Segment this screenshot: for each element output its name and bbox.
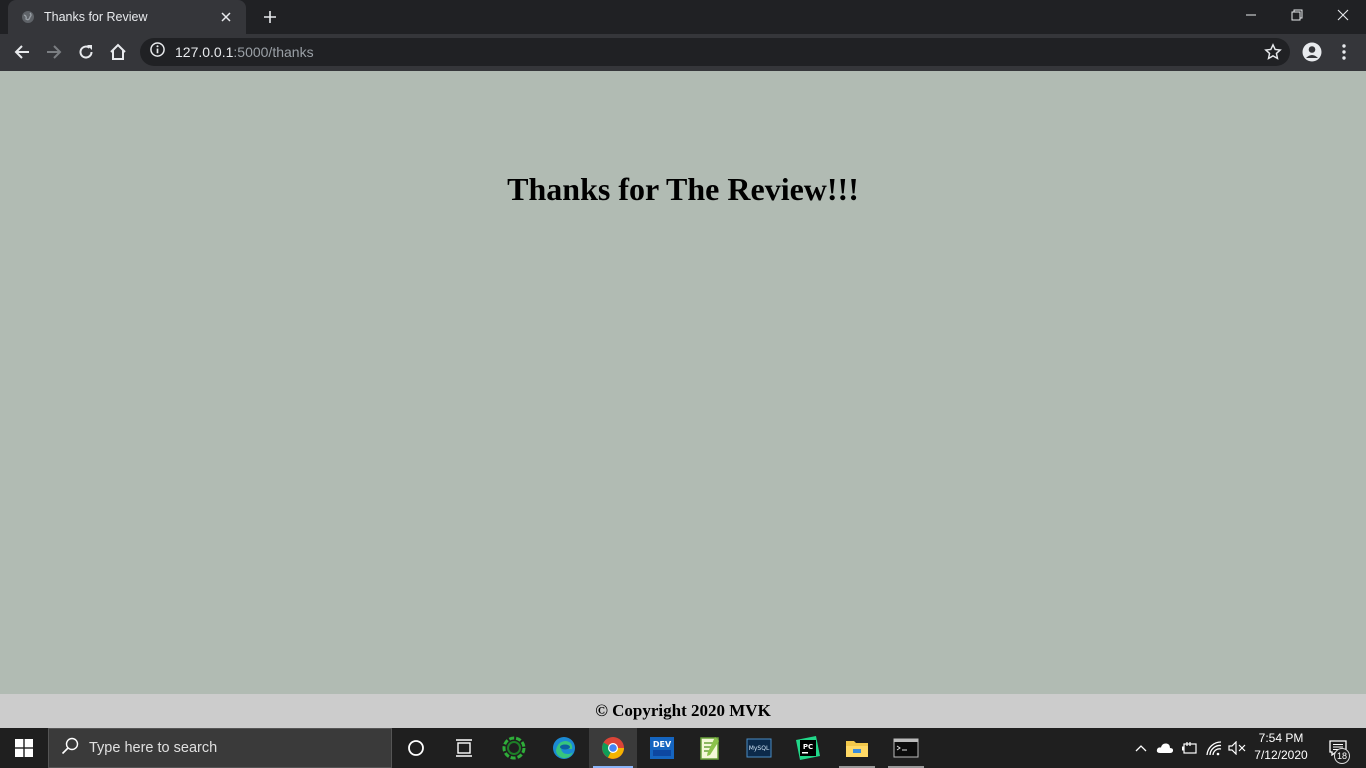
chevron-up-icon[interactable] xyxy=(1130,728,1152,768)
menu-kebab-icon[interactable] xyxy=(1328,36,1360,68)
notepad-plus-icon[interactable] xyxy=(686,728,734,768)
profile-avatar-icon[interactable] xyxy=(1296,36,1328,68)
windows-start-button[interactable] xyxy=(0,728,48,768)
task-view-icon[interactable] xyxy=(440,728,488,768)
svg-text:DEV: DEV xyxy=(653,740,672,749)
new-tab-button[interactable] xyxy=(258,5,282,29)
sync-app-icon[interactable] xyxy=(490,728,538,768)
minimize-button[interactable] xyxy=(1228,0,1274,30)
clock-date: 7/12/2020 xyxy=(1254,748,1308,762)
chrome-icon[interactable] xyxy=(589,728,637,768)
taskbar-search-box[interactable]: Type here to search xyxy=(48,728,392,768)
cortana-icon[interactable] xyxy=(392,728,440,768)
url-path: :5000/thanks xyxy=(233,44,314,60)
bookmark-star-icon[interactable] xyxy=(1264,43,1282,61)
address-bar[interactable]: 127.0.0.1:5000/thanks xyxy=(140,38,1290,66)
back-button[interactable] xyxy=(6,36,38,68)
reload-button[interactable] xyxy=(70,36,102,68)
home-button[interactable] xyxy=(102,36,134,68)
volume-muted-icon[interactable] xyxy=(1226,728,1248,768)
terminal-icon[interactable] xyxy=(882,728,930,768)
browser-toolbar: 127.0.0.1:5000/thanks xyxy=(0,34,1366,71)
file-explorer-icon[interactable] xyxy=(833,728,881,768)
onedrive-cloud-icon[interactable] xyxy=(1154,728,1176,768)
dev-icon[interactable]: DEV xyxy=(638,728,686,768)
restore-button[interactable] xyxy=(1274,0,1320,30)
close-window-button[interactable] xyxy=(1320,0,1366,30)
globe-icon xyxy=(20,9,36,25)
search-icon xyxy=(61,737,79,760)
browser-tab-strip: Thanks for Review xyxy=(0,0,1366,34)
tab-title: Thanks for Review xyxy=(44,10,148,24)
page-heading: Thanks for The Review!!! xyxy=(507,171,859,207)
svg-text:MySQL: MySQL xyxy=(749,745,770,752)
notification-count-badge: 18 xyxy=(1334,748,1350,764)
page-content: Thanks for The Review!!! xyxy=(0,71,1366,694)
clock-time: 7:54 PM xyxy=(1258,731,1304,745)
close-tab-icon[interactable] xyxy=(216,7,236,27)
battery-icon[interactable] xyxy=(1178,728,1200,768)
edge-icon[interactable] xyxy=(540,728,588,768)
taskbar-clock[interactable]: 7:54 PM 7/12/2020 xyxy=(1250,730,1312,766)
pycharm-icon[interactable]: PC xyxy=(784,728,832,768)
mysql-icon[interactable]: MySQL xyxy=(735,728,783,768)
url-host: 127.0.0.1 xyxy=(175,44,234,60)
svg-text:PC: PC xyxy=(803,743,813,751)
url-text: 127.0.0.1:5000/thanks xyxy=(175,44,314,60)
browser-tab[interactable]: Thanks for Review xyxy=(8,0,246,34)
info-icon[interactable] xyxy=(150,42,165,62)
windows-taskbar: Type here to search DEV MySQL PC 7:54 PM… xyxy=(0,728,1366,768)
page-footer: © Copyright 2020 MVK xyxy=(0,694,1366,728)
forward-button[interactable] xyxy=(38,36,70,68)
search-placeholder: Type here to search xyxy=(89,740,218,756)
wifi-icon[interactable] xyxy=(1202,728,1226,768)
copyright-text: © Copyright 2020 MVK xyxy=(595,701,771,720)
